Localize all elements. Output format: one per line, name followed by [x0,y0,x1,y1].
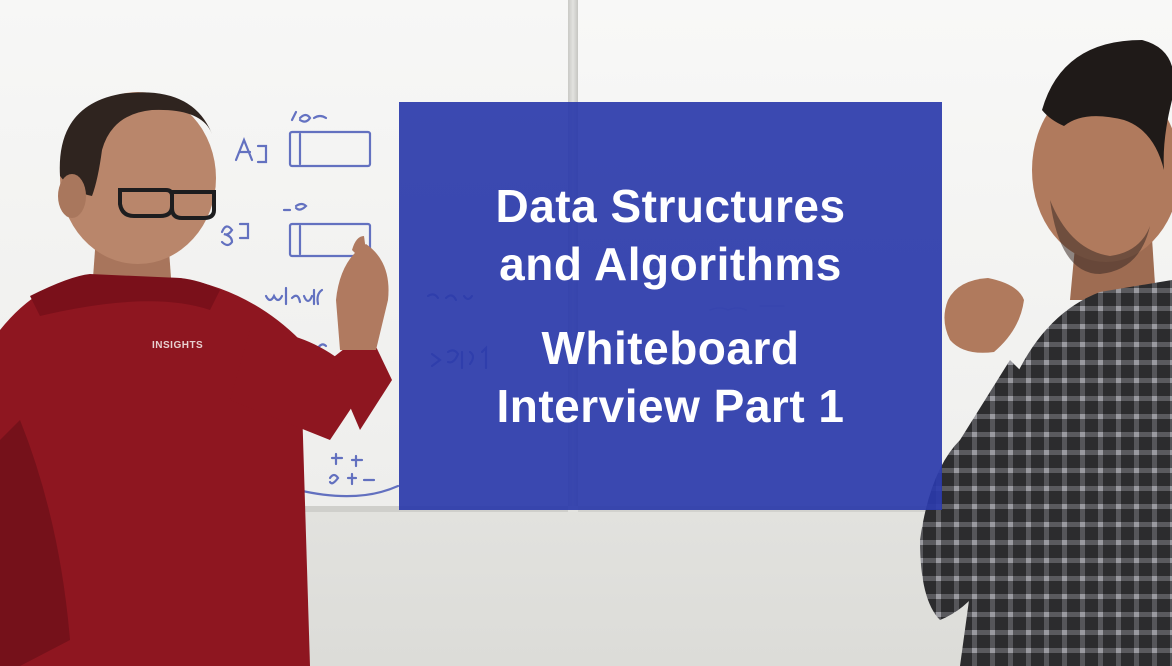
subtitle-line-1: Whiteboard [541,322,800,374]
person-left-presenter [0,92,392,666]
title-overlay: Data Structures and Algorithms Whiteboar… [399,102,942,510]
title-line-1: Data Structures [495,180,846,232]
video-thumbnail: INSIGHTS Data Structures and Algorithms … [0,0,1172,666]
shirt-logo: INSIGHTS [152,340,204,351]
title-line-2: and Algorithms [499,238,842,290]
subtitle-line-2: Interview Part 1 [496,380,845,432]
